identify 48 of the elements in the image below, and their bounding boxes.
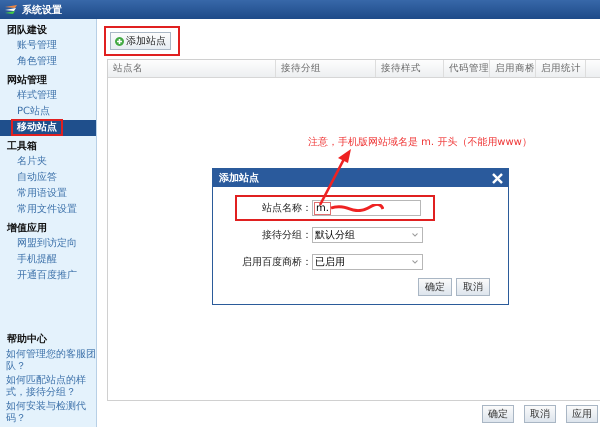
field-label: 站点名称： (261, 202, 312, 215)
section-heading: 帮助中心 (6, 332, 48, 347)
caret-icon (412, 233, 418, 237)
annotation-text: 注意，手机版网站域名是 m. 开头（不能用www） (308, 136, 532, 149)
sidebar-item[interactable]: 手机提醒 (0, 252, 96, 268)
column-header[interactable]: 代码管理 (444, 60, 490, 77)
footer-button[interactable]: 取消 (524, 405, 556, 423)
plus-icon (115, 36, 124, 46)
section-heading: 增值应用 (6, 221, 48, 236)
close-icon[interactable] (492, 172, 503, 184)
footer-button[interactable]: 应用 (566, 405, 598, 423)
section-heading: 工具箱 (6, 140, 38, 154)
column-header[interactable]: 启用统计 (536, 60, 586, 77)
sidebar-item[interactable]: 开通百度推广 (0, 268, 96, 284)
column-header[interactable]: 站点名 (108, 60, 276, 77)
dropdown-field[interactable]: 已启用 (312, 254, 423, 270)
footer-button[interactable]: 确定 (482, 405, 514, 423)
column-header[interactable]: 接待分组 (276, 60, 376, 77)
site-name-field[interactable]: m. (312, 200, 421, 216)
field-label: 启用百度商桥： (241, 256, 312, 269)
caret-icon (412, 260, 418, 264)
sidebar-item[interactable]: 自动应答 (0, 170, 96, 186)
dialog-button[interactable]: 确定 (418, 278, 452, 296)
sidebar-item[interactable]: 样式管理 (0, 88, 96, 104)
column-header[interactable]: 接待样式 (376, 60, 444, 77)
section-heading: 网站管理 (6, 74, 48, 88)
sidebar-item[interactable]: 角色管理 (0, 54, 96, 70)
window-title: 系统设置 (22, 4, 62, 16)
sidebar-item[interactable]: 常用语设置 (0, 186, 96, 202)
help-link[interactable]: 如何安装与检测代码？ (0, 401, 96, 425)
sidebar-item[interactable]: 账号管理 (0, 38, 96, 54)
sidebar-item[interactable]: PC站点 (0, 104, 96, 120)
sidebar-item[interactable]: 网盟到访定向 (0, 236, 96, 252)
sidebar-item[interactable]: 常用文件设置 (0, 202, 96, 218)
field-label: 接待分组： (261, 228, 312, 242)
annotation-arrow (318, 148, 352, 206)
dropdown-field[interactable]: 默认分组 (312, 227, 423, 243)
dialog-button[interactable]: 取消 (456, 278, 490, 296)
logo-icon (4, 4, 18, 16)
add-site-button[interactable]: 添加站点 (110, 32, 171, 50)
column-header[interactable]: 启用商桥 (490, 60, 536, 77)
dialog-title: 添加站点 (219, 172, 259, 185)
help-link[interactable]: 如何管理您的客服团队？ (0, 349, 96, 373)
help-link[interactable]: 如何匹配站点的样式，接待分组？ (0, 375, 96, 399)
scribble-mark (330, 204, 384, 212)
sidebar-item[interactable]: 名片夹 (0, 154, 96, 170)
section-heading: 团队建设 (6, 24, 48, 38)
sidebar-item[interactable]: 移动站点 (0, 120, 96, 136)
